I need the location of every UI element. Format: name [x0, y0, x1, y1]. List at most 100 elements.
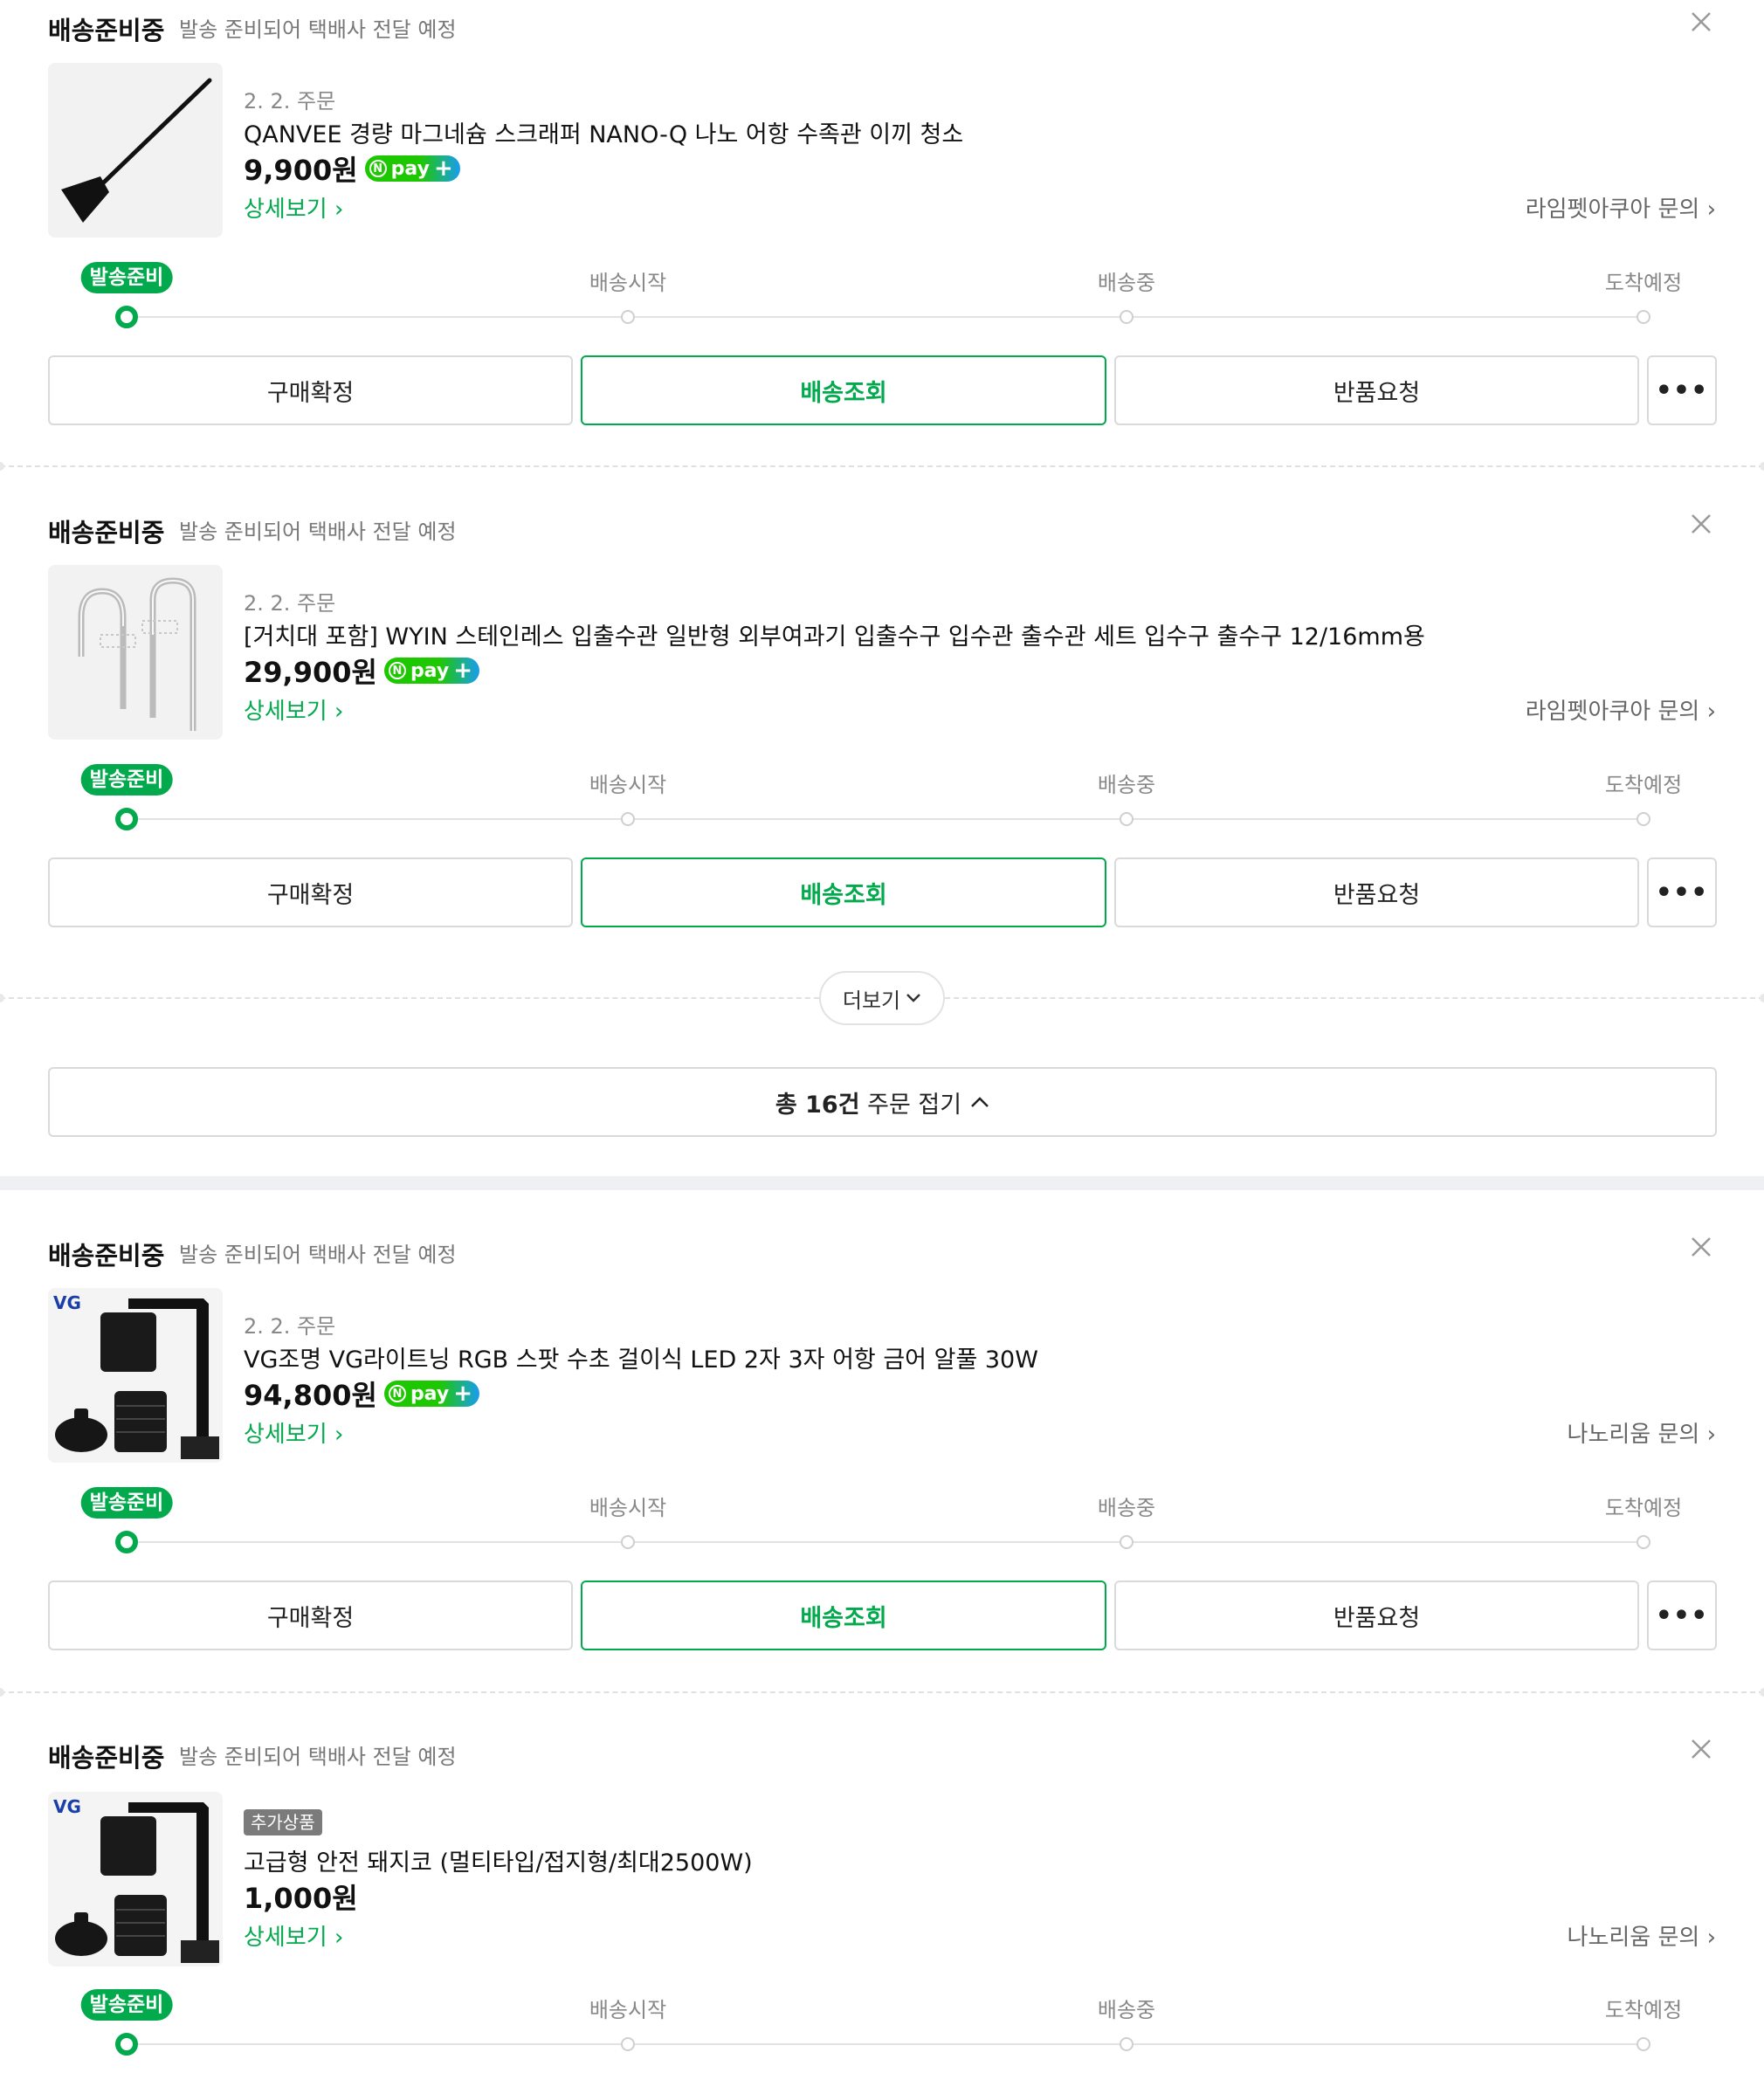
step-current-badge: 발송준비 — [80, 1989, 173, 2021]
tracker-line — [127, 2043, 1646, 2045]
chevron-right-icon: › — [1706, 1925, 1716, 1951]
delivery-tracker: 발송준비 배송시작 배송중 도착예정 — [0, 1487, 1764, 1557]
section-divider — [0, 1176, 1764, 1190]
vg-light-image: VG — [48, 1288, 223, 1463]
order-actions: 구매확정 배송조회 반품요청 ••• — [48, 355, 1717, 425]
more-options-button[interactable]: ••• — [1647, 1581, 1717, 1650]
step-dot-active — [115, 808, 138, 830]
npay-n-icon: N — [388, 1385, 406, 1402]
product-name[interactable]: QANVEE 경량 마그네슘 스크래퍼 NANO-Q 나노 어항 수족관 이끼 … — [244, 115, 963, 149]
seller-inquiry-link[interactable]: 라임펫아쿠아 문의 › — [1526, 191, 1716, 224]
return-request-button[interactable]: 반품요청 — [1114, 1581, 1639, 1650]
order-status: 배송준비중 — [48, 1241, 165, 1271]
product-price: 94,800원 — [244, 1379, 377, 1412]
price-row: 29,900원 Npay + — [244, 651, 479, 691]
more-options-button[interactable]: ••• — [1647, 857, 1717, 927]
chevron-down-icon — [906, 994, 921, 1002]
step-label: 배송중 — [1097, 773, 1156, 797]
product-thumbnail[interactable]: VG — [48, 1792, 223, 1966]
detail-link[interactable]: 상세보기 › — [244, 1919, 343, 1952]
return-request-button[interactable]: 반품요청 — [1114, 355, 1639, 425]
step-label: 도착예정 — [1604, 271, 1683, 295]
product-price: 1,000원 — [244, 1882, 358, 1915]
fold-orders-button[interactable]: 총 16건 주문 접기 — [48, 1067, 1717, 1137]
step-label: 도착예정 — [1604, 1998, 1683, 2022]
step-dot — [621, 1535, 635, 1549]
seller-inquiry-link[interactable]: 라임펫아쿠아 문의 › — [1526, 693, 1716, 726]
close-icon[interactable] — [1688, 9, 1714, 35]
step-label: 배송중 — [1097, 1496, 1156, 1520]
divider-cap — [0, 462, 4, 471]
order-date: 2. 2. 주문 — [244, 1314, 336, 1339]
npay-plus-badge: Npay + — [383, 658, 479, 684]
divider-cap — [0, 1688, 4, 1697]
close-icon[interactable] — [1688, 1234, 1714, 1260]
chevron-right-icon: › — [334, 699, 344, 725]
purchase-confirm-button[interactable]: 구매확정 — [48, 857, 573, 927]
chevron-right-icon: › — [334, 1422, 344, 1448]
step-label: 도착예정 — [1604, 773, 1683, 797]
step-dot — [621, 812, 635, 826]
product-name[interactable]: [거치대 포함] WYIN 스테인레스 입출수관 일반형 외부여과기 입출수구 … — [244, 617, 1425, 651]
divider-cap — [1760, 994, 1764, 1002]
product-thumbnail[interactable] — [48, 565, 223, 740]
npay-n-icon: N — [369, 160, 387, 177]
order-status: 배송준비중 — [48, 518, 165, 548]
order-actions: 구매확정 배송조회 반품요청 ••• — [48, 857, 1717, 927]
step-label: 배송시작 — [589, 271, 667, 295]
chevron-right-icon: › — [334, 1925, 344, 1951]
purchase-confirm-button[interactable]: 구매확정 — [48, 1581, 573, 1650]
more-button[interactable]: 더보기 — [819, 971, 945, 1025]
product-name[interactable]: 고급형 안전 돼지코 (멀티타입/접지형/최대2500W) — [244, 1843, 753, 1877]
delivery-tracker: 발송준비 배송시작 배송중 도착예정 — [0, 1989, 1764, 2059]
order-status-desc: 발송 준비되어 택배사 전달 예정 — [179, 1745, 457, 1769]
product-name[interactable]: VG조명 VG라이트닝 RGB 스팟 수초 걸이식 LED 2자 3자 어항 금… — [244, 1340, 1038, 1374]
chevron-right-icon: › — [1706, 699, 1716, 725]
seller-inquiry-label: 라임펫아쿠아 문의 — [1525, 699, 1700, 725]
purchase-confirm-button[interactable]: 구매확정 — [48, 355, 573, 425]
delivery-track-button[interactable]: 배송조회 — [581, 857, 1106, 927]
product-thumbnail[interactable]: VG — [48, 1288, 223, 1463]
seller-inquiry-label: 라임펫아쿠아 문의 — [1525, 196, 1700, 223]
detail-link-label: 상세보기 — [244, 1422, 327, 1448]
delivery-track-button[interactable]: 배송조회 — [581, 1581, 1106, 1650]
npay-plus-icon: + — [453, 1381, 472, 1407]
step-label: 배송시작 — [589, 1496, 667, 1520]
step-label: 배송시작 — [589, 1998, 667, 2022]
step-dot — [1637, 1535, 1650, 1549]
divider — [0, 465, 1764, 467]
fold-count: 총 16건 — [775, 1091, 860, 1119]
order-status: 배송준비중 — [48, 1743, 165, 1773]
chevron-right-icon: › — [1706, 196, 1716, 223]
close-icon[interactable] — [1688, 1736, 1714, 1762]
detail-link[interactable]: 상세보기 › — [244, 191, 343, 224]
pipes-image — [78, 577, 196, 731]
npay-n-icon: N — [388, 662, 406, 679]
detail-link[interactable]: 상세보기 › — [244, 1416, 343, 1449]
return-request-button[interactable]: 반품요청 — [1114, 857, 1639, 927]
price-row: 1,000원 — [244, 1877, 358, 1917]
price-row: 9,900원 Npay + — [244, 148, 460, 189]
delivery-track-button[interactable]: 배송조회 — [581, 355, 1106, 425]
seller-inquiry-link[interactable]: 나노리움 문의 › — [1568, 1416, 1716, 1449]
step-dot — [1637, 310, 1650, 324]
chevron-right-icon: › — [334, 196, 344, 223]
close-icon[interactable] — [1688, 511, 1714, 537]
divider-cap — [1760, 1688, 1764, 1697]
more-button-label: 더보기 — [842, 988, 901, 1013]
seller-inquiry-label: 나노리움 문의 — [1567, 1925, 1700, 1951]
divider-cap — [0, 994, 4, 1002]
product-price: 29,900원 — [244, 656, 377, 689]
order-actions: 구매확정 배송조회 반품요청 ••• — [48, 1581, 1717, 1650]
more-options-button[interactable]: ••• — [1647, 355, 1717, 425]
divider-cap — [1760, 462, 1764, 471]
detail-link[interactable]: 상세보기 › — [244, 693, 343, 726]
order-status-desc: 발송 준비되어 택배사 전달 예정 — [179, 520, 457, 544]
step-dot — [1637, 2037, 1650, 2051]
price-row: 94,800원 Npay + — [244, 1374, 479, 1414]
extra-item-badge: 추가상품 — [244, 1809, 322, 1835]
step-label: 배송시작 — [589, 773, 667, 797]
step-dot — [1120, 1535, 1134, 1549]
product-thumbnail[interactable] — [48, 63, 223, 238]
seller-inquiry-link[interactable]: 나노리움 문의 › — [1568, 1919, 1716, 1952]
